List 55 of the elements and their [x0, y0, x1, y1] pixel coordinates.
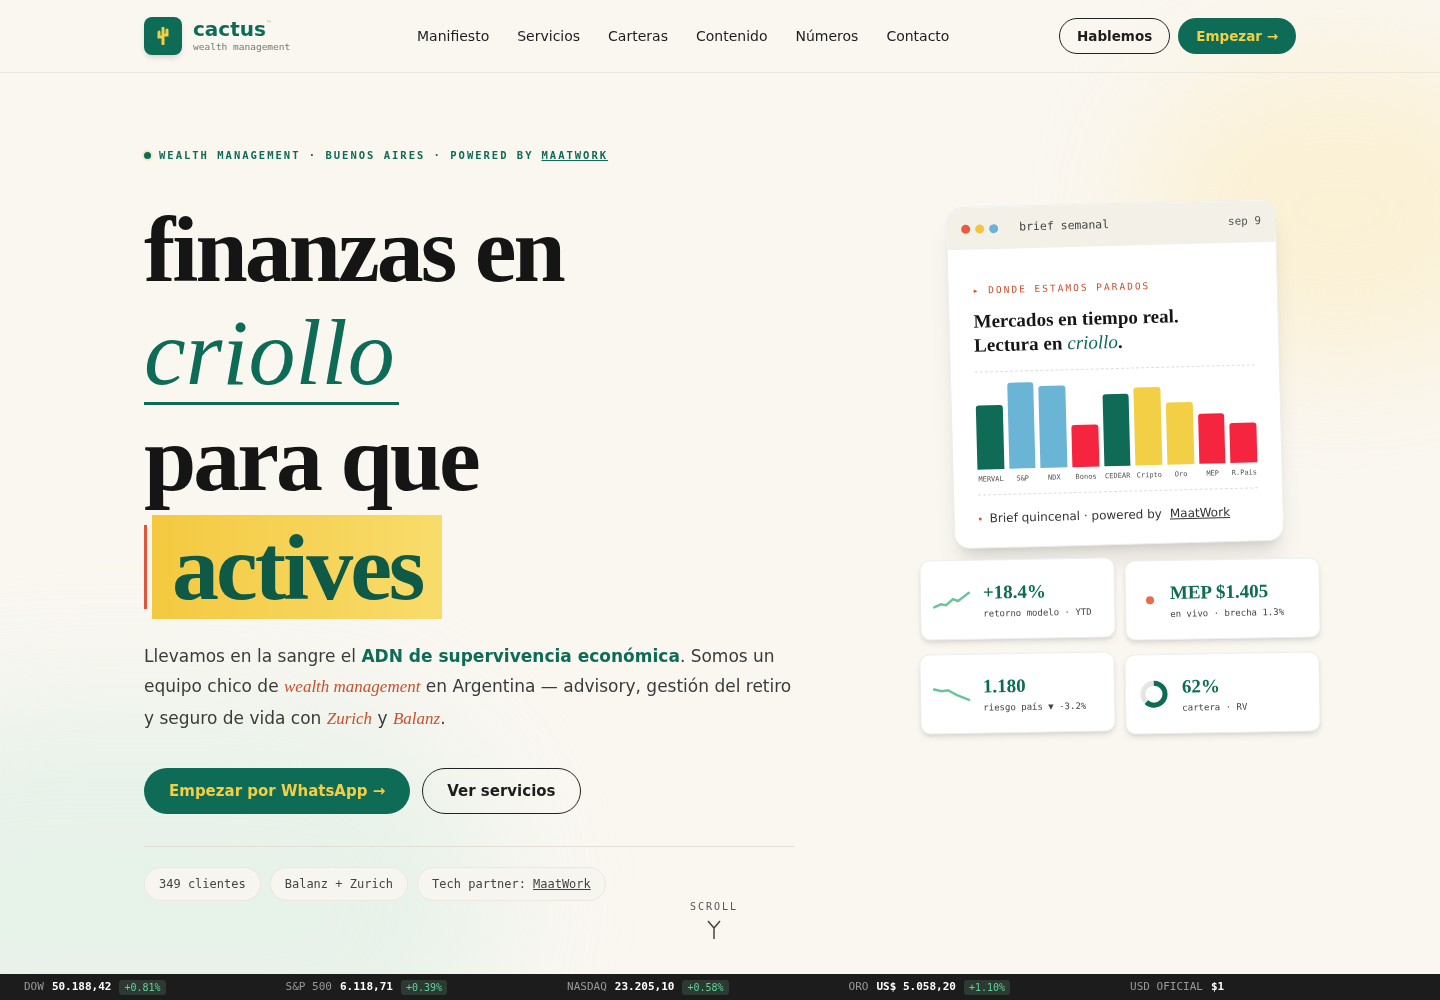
- ticker-value: US$ 5.058,20: [876, 978, 956, 995]
- ticker-change: +0.81%: [119, 979, 166, 995]
- falling-line-icon: [932, 685, 972, 704]
- card-kicker: ▸ DONDE ESTAMOS PARADOS: [972, 279, 1152, 298]
- ticker-name: ORO: [848, 978, 869, 995]
- logo-icon[interactable]: [144, 17, 182, 55]
- nav-link[interactable]: Carteras: [608, 25, 668, 47]
- card-title: brief semanal: [1018, 216, 1110, 236]
- card-footer-text: Brief quincenal · powered by: [989, 506, 1163, 528]
- headline-line: para que: [144, 404, 480, 511]
- ticker-value: 50.188,42: [51, 978, 112, 995]
- chip-text: 349 clientes: [159, 876, 246, 894]
- whatsapp-button[interactable]: Empezar por WhatsApp →: [144, 768, 411, 815]
- stat-caption: riesgo país ▼ -3.2%: [983, 699, 1087, 715]
- brand-tagline: wealth management: [193, 39, 291, 54]
- headline-line: finanzas en: [144, 195, 565, 302]
- nav-link[interactable]: Servicios: [517, 25, 581, 47]
- ticker-change: +0.39%: [400, 979, 448, 995]
- scroll-label: SCROLL: [690, 900, 739, 914]
- card-footer-link[interactable]: MaatWork: [1169, 503, 1231, 523]
- scroll-arrow-icon: [707, 920, 722, 940]
- ticker-value: 23.205,10: [614, 978, 675, 995]
- brand-name: cactus: [193, 17, 266, 40]
- stat-value: +18.4%: [982, 579, 1048, 605]
- ticker-change: +1.10%: [963, 979, 1011, 995]
- start-button[interactable]: Empezar →: [1178, 18, 1296, 54]
- stat-value: 62%: [1181, 674, 1222, 699]
- nav-link[interactable]: Contenido: [695, 25, 768, 47]
- headline-accent: criollo: [144, 301, 399, 405]
- card-date: sep 9: [1227, 212, 1262, 230]
- ticker-name: USD OFICIAL: [1130, 978, 1203, 995]
- nav-link[interactable]: Contacto: [886, 25, 950, 47]
- stat-caption: en vivo · brecha 1.3%: [1170, 605, 1285, 621]
- ticker-value: 6.118,71: [339, 978, 393, 995]
- hero-paragraph: Llevamos en la sangre el ADN de supervivencia económica. Somos un equipo chico de wealth management en Argentina — advisory, gestión del retiro y seguro de vida con Zurich y Balanz.: [144, 644, 793, 730]
- stat-value: 1.180: [982, 674, 1027, 699]
- ticker-name: NASDAQ: [567, 978, 607, 995]
- stat-caption: cartera · RV: [1182, 700, 1248, 715]
- stat-value: MEP $1.405: [1169, 579, 1270, 606]
- nav-link[interactable]: Números: [795, 25, 859, 47]
- highlighted-word: actives: [152, 514, 443, 619]
- stat-caption: retorno modelo · YTD: [983, 605, 1092, 621]
- ticker-value: $1: [1210, 978, 1225, 995]
- chip-text: Tech partner:: [432, 876, 526, 894]
- ticker-change: +0.58%: [682, 979, 729, 995]
- bullet-icon: [978, 517, 982, 521]
- ticker-name: S&P 500: [285, 978, 332, 995]
- hero-kicker: WEALTH MANAGEMENT · BUENOS AIRES · POWERED BY: [159, 148, 534, 163]
- chip-text: Balanz + Zurich: [284, 876, 394, 894]
- nav-link[interactable]: Manifiesto: [417, 25, 490, 47]
- rising-line-icon: [932, 590, 972, 611]
- chip-link[interactable]: MaatWork: [533, 875, 591, 894]
- maatwork-link[interactable]: MAATWORK: [541, 148, 609, 164]
- ticker-name: DOW: [24, 978, 44, 995]
- card-heading: Lectura en: [973, 331, 1063, 358]
